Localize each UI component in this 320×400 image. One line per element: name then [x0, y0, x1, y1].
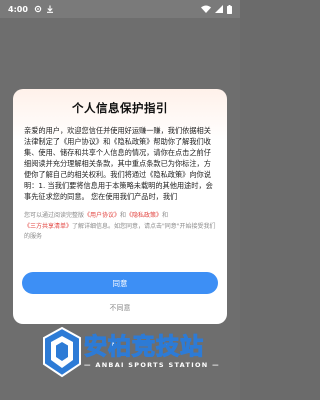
watermark: 安柏竞技站 — ANBAI SPORTS STATION — — [40, 326, 230, 390]
anbai-logo-icon — [43, 326, 81, 378]
watermark-title: 安柏竞技站 — [83, 333, 204, 360]
signal-icon — [215, 5, 223, 13]
agree-button[interactable]: 同意 — [22, 272, 218, 294]
disagree-button[interactable]: 不同意 — [13, 301, 227, 315]
watermark-subtitle: — ANBAI SPORTS STATION — — [84, 361, 220, 369]
download-icon — [46, 5, 53, 13]
notice-and-2: 和 — [162, 212, 169, 219]
privacy-dialog: 个人信息保护指引 亲爱的用户，欢迎您信任并使用好运赚一赚，我们依据相关法律制定了… — [13, 89, 227, 324]
notice-text: 您可以通过阅读完整版《用户协议》和《隐私政策》和 《三方共享清单》了解详细信息。如… — [24, 211, 216, 243]
dialog-body-scroll[interactable]: 亲爱的用户，欢迎您信任并使用好运赚一赚，我们依据相关法律制定了《用户协议》和《隐… — [24, 125, 216, 208]
status-time: 4:00 — [8, 4, 28, 14]
dialog-body-text: 亲爱的用户，欢迎您信任并使用好运赚一赚，我们依据相关法律制定了《用户协议》和《隐… — [24, 126, 213, 201]
status-bar: 4:00 — [0, 0, 240, 18]
third-party-list-link[interactable]: 《三方共享清单》 — [24, 223, 72, 230]
notice-prefix: 您可以通过阅读完整版 — [24, 212, 85, 219]
privacy-policy-link[interactable]: 《隐私政策》 — [126, 212, 162, 219]
wifi-icon — [201, 5, 211, 13]
user-agreement-link[interactable]: 《用户协议》 — [84, 212, 120, 219]
settings-icon — [34, 5, 42, 13]
dialog-title: 个人信息保护指引 — [72, 101, 168, 115]
status-left-icons — [34, 5, 54, 13]
status-right-icons — [201, 4, 232, 14]
battery-icon — [227, 4, 232, 14]
